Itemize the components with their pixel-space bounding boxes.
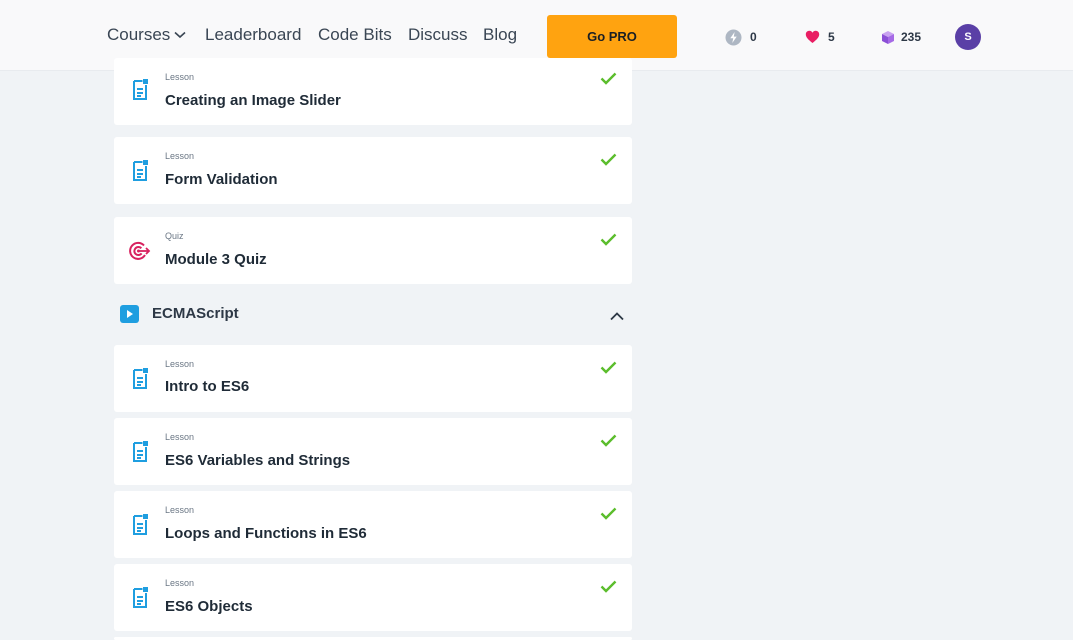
nav-code-bits-link[interactable]: Code Bits bbox=[318, 25, 392, 45]
lesson-title: ES6 Objects bbox=[165, 598, 253, 615]
gems-count: 235 bbox=[901, 30, 922, 44]
nav-leaderboard-link[interactable]: Leaderboard bbox=[205, 25, 301, 45]
item-type-label: Lesson bbox=[165, 432, 195, 442]
completed-check-icon bbox=[600, 580, 617, 598]
nav-courses-label: Courses bbox=[107, 25, 171, 44]
lesson-card[interactable]: Lesson ES6 Objects bbox=[114, 564, 632, 631]
bolts-count: 0 bbox=[750, 30, 757, 44]
gems-counter[interactable]: 235 bbox=[881, 28, 921, 46]
completed-check-icon bbox=[600, 72, 617, 90]
completed-check-icon bbox=[600, 361, 617, 379]
gem-cube-icon bbox=[881, 30, 895, 45]
lesson-title: ES6 Variables and Strings bbox=[165, 452, 351, 469]
section-title: ECMAScript bbox=[152, 305, 239, 322]
go-pro-button[interactable]: Go PRO bbox=[547, 15, 677, 58]
item-type-label: Lesson bbox=[165, 151, 195, 161]
nav-blog-link[interactable]: Blog bbox=[483, 25, 517, 45]
bolts-counter[interactable]: 0 bbox=[725, 28, 757, 46]
quiz-target-icon bbox=[129, 241, 151, 266]
item-type-label: Lesson bbox=[165, 359, 195, 369]
lesson-title: Form Validation bbox=[165, 171, 278, 188]
item-type-label: Lesson bbox=[165, 505, 195, 515]
lesson-card[interactable]: Lesson Loops and Functions in ES6 bbox=[114, 491, 632, 558]
lesson-card[interactable]: Lesson Creating an Image Slider bbox=[114, 58, 632, 125]
hearts-counter[interactable]: 5 bbox=[805, 28, 835, 46]
user-avatar[interactable]: S bbox=[955, 24, 981, 50]
lesson-title: Loops and Functions in ES6 bbox=[165, 525, 367, 542]
heart-icon bbox=[805, 30, 820, 44]
lesson-title: Intro to ES6 bbox=[165, 378, 250, 395]
lesson-doc-icon bbox=[132, 160, 148, 187]
play-icon bbox=[120, 305, 139, 328]
lesson-doc-icon bbox=[132, 587, 148, 614]
item-type-label: Quiz bbox=[165, 231, 184, 241]
lesson-card[interactable]: Lesson Intro to ES6 bbox=[114, 345, 632, 412]
item-type-label: Lesson bbox=[165, 578, 195, 588]
bolt-icon bbox=[725, 29, 742, 46]
item-type-label: Lesson bbox=[165, 72, 195, 82]
lesson-doc-icon bbox=[132, 79, 148, 106]
lesson-card[interactable]: Lesson ES6 Variables and Strings bbox=[114, 418, 632, 485]
completed-check-icon bbox=[600, 153, 617, 171]
nav-courses-menu[interactable]: Courses bbox=[107, 25, 186, 45]
chevron-down-icon bbox=[174, 31, 186, 38]
completed-check-icon bbox=[600, 507, 617, 525]
chevron-up-icon[interactable] bbox=[610, 308, 624, 326]
hearts-count: 5 bbox=[828, 30, 835, 44]
quiz-title: Module 3 Quiz bbox=[165, 251, 267, 268]
nav-discuss-link[interactable]: Discuss bbox=[408, 25, 468, 45]
lesson-card[interactable]: Lesson Form Validation bbox=[114, 137, 632, 204]
lesson-title: Creating an Image Slider bbox=[165, 92, 341, 109]
lesson-doc-icon bbox=[132, 441, 148, 468]
module-section-header[interactable]: ECMAScript bbox=[114, 300, 632, 328]
quiz-card[interactable]: Quiz Module 3 Quiz bbox=[114, 217, 632, 284]
completed-check-icon bbox=[600, 233, 617, 251]
completed-check-icon bbox=[600, 434, 617, 452]
lesson-doc-icon bbox=[132, 514, 148, 541]
lesson-doc-icon bbox=[132, 368, 148, 395]
